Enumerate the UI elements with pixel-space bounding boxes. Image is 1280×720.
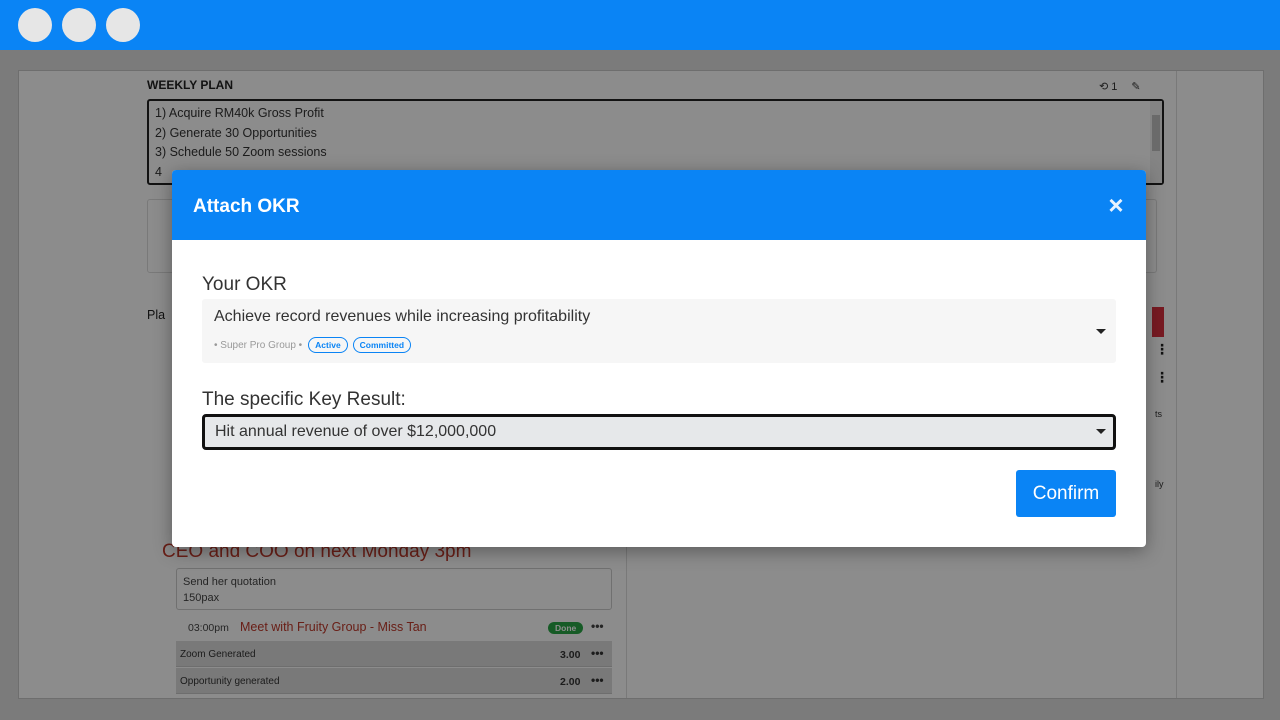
type-badge: Committed	[352, 337, 412, 353]
window-control-minimize[interactable]	[62, 8, 96, 42]
modal-title: Attach OKR	[193, 196, 300, 217]
window-control-close[interactable]	[18, 8, 52, 42]
okr-select[interactable]: Achieve record revenues while increasing…	[202, 299, 1116, 363]
okr-group: • Super Pro Group •	[214, 339, 303, 351]
okr-meta: • Super Pro Group • Active Committed	[214, 337, 412, 353]
window-control-maximize[interactable]	[106, 8, 140, 42]
confirm-button[interactable]: Confirm	[1016, 470, 1116, 517]
close-icon[interactable]: ×	[1105, 192, 1127, 218]
okr-label: Your OKR	[202, 274, 287, 295]
chevron-down-icon	[1096, 429, 1106, 434]
key-result-label: The specific Key Result:	[202, 389, 406, 410]
window-titlebar	[0, 0, 1280, 50]
key-result-select[interactable]: Hit annual revenue of over $12,000,000	[202, 414, 1116, 450]
status-badge: Active	[308, 337, 348, 353]
okr-selected-value: Achieve record revenues while increasing…	[214, 308, 591, 325]
key-result-selected-value: Hit annual revenue of over $12,000,000	[215, 423, 497, 440]
chevron-down-icon	[1096, 329, 1106, 334]
modal-header: Attach OKR ×	[172, 170, 1146, 240]
attach-okr-modal: Attach OKR × Your OKR Achieve record rev…	[172, 170, 1146, 547]
